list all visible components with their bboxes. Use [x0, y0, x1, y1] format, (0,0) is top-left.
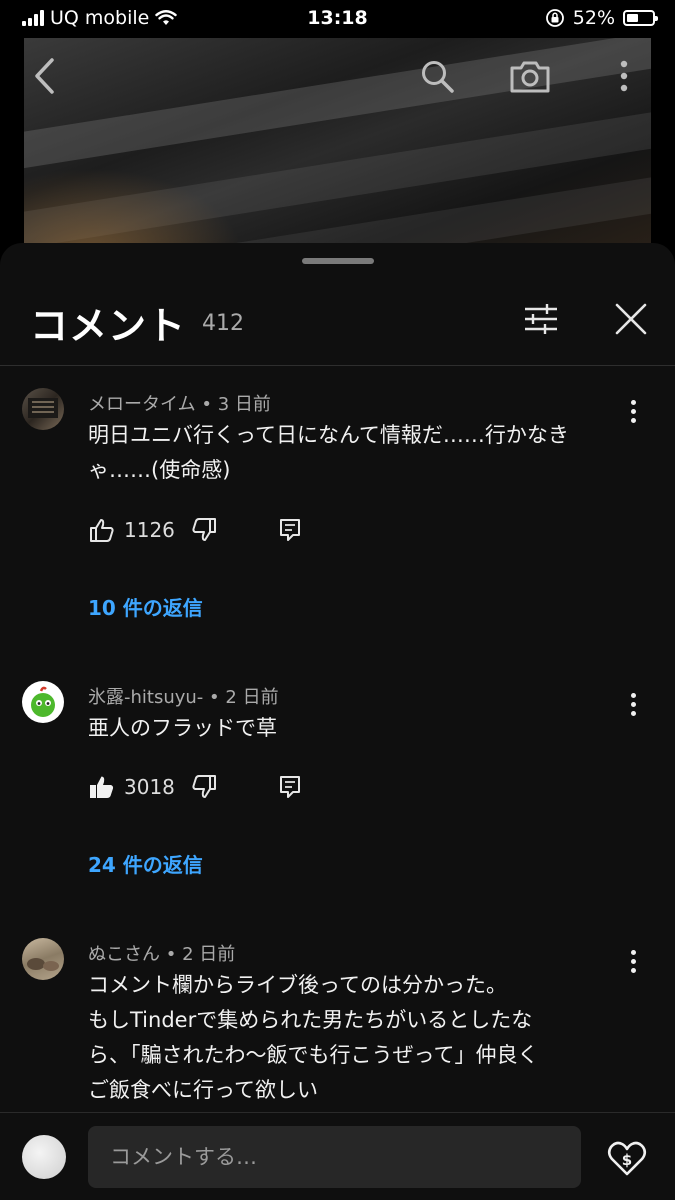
comment-meta: 氷露-hitsuyu- • 2 日前	[88, 687, 279, 708]
camera-button[interactable]	[506, 52, 554, 100]
my-avatar	[22, 1135, 66, 1179]
battery-icon	[623, 10, 658, 26]
more-button[interactable]	[600, 52, 648, 100]
comment-text: 亜人のフラッドで草	[88, 716, 277, 740]
camera-icon	[510, 61, 550, 93]
comment-author[interactable]: メロータイム	[88, 394, 196, 415]
like-button[interactable]	[88, 516, 116, 544]
thumbs-up-outline-icon	[90, 519, 114, 542]
avatar[interactable]	[22, 938, 64, 980]
search-icon	[422, 61, 454, 93]
comment-time: 3 日前	[217, 394, 271, 415]
battery-percent: 52%	[572, 7, 615, 29]
comments-panel: コメント 412 メロータイム • 3 日前 明日ユニバ行くって日になんて情報だ…	[0, 243, 675, 1200]
comment-text: 明日ユニバ行くって日になんて情報だ……行かなき ゃ……(使命感)	[88, 423, 569, 482]
comment-actions: 1126	[88, 513, 304, 547]
svg-text:$: $	[622, 1151, 632, 1169]
avatar[interactable]	[22, 681, 64, 723]
dislike-button[interactable]	[190, 516, 218, 544]
comment-meta: ぬこさん • 2 日前	[88, 944, 236, 965]
comment-input[interactable]	[88, 1126, 581, 1188]
reply-button[interactable]	[276, 516, 304, 544]
comment-meta: メロータイム • 3 日前	[88, 394, 271, 415]
like-count: 3018	[124, 775, 175, 799]
super-thanks-button[interactable]: $	[604, 1137, 650, 1179]
sort-filter-button[interactable]	[519, 297, 563, 341]
view-replies-button[interactable]: 10 件の返信	[88, 592, 203, 621]
search-button[interactable]	[413, 52, 461, 100]
comment-time: 2 日前	[182, 944, 236, 965]
heart-dollar-icon: $	[607, 1141, 647, 1176]
orientation-lock-icon	[545, 9, 564, 27]
video-player[interactable]	[24, 38, 651, 258]
comment-author[interactable]: 氷露-hitsuyu-	[88, 687, 203, 708]
thumbs-down-outline-icon	[192, 775, 216, 798]
comment-actions: 3018	[88, 770, 304, 804]
comment-text: コメント欄からライブ後ってのは分かった。 もしTinderで集められた男たちがい…	[88, 973, 539, 1102]
back-button[interactable]	[20, 52, 68, 100]
comment-time: 2 日前	[225, 687, 279, 708]
reply-button[interactable]	[276, 773, 304, 801]
thumbs-down-outline-icon	[192, 518, 216, 541]
panel-header: コメント 412	[30, 295, 655, 348]
comment-input-bar: $	[0, 1112, 675, 1200]
sliders-icon	[525, 304, 557, 334]
drag-handle[interactable]	[302, 258, 374, 264]
view-replies-button[interactable]: 24 件の返信	[88, 849, 203, 878]
status-right: 52%	[545, 7, 658, 29]
chevron-left-icon	[35, 58, 54, 94]
header-divider	[0, 365, 675, 366]
avatar[interactable]	[22, 388, 64, 430]
like-button[interactable]	[88, 773, 116, 801]
like-count: 1126	[124, 518, 175, 542]
close-icon	[615, 303, 647, 335]
more-vertical-icon	[620, 60, 628, 92]
close-button[interactable]	[609, 297, 653, 341]
comment-reply-icon	[280, 519, 300, 541]
comment-count: 412	[202, 311, 244, 336]
thumbs-up-filled-icon	[90, 776, 114, 798]
status-bar: UQ mobile 13:18 52%	[0, 0, 675, 38]
comment-author[interactable]: ぬこさん	[88, 944, 160, 965]
panel-title: コメント	[30, 304, 187, 348]
comment-reply-icon	[280, 776, 300, 798]
dislike-button[interactable]	[190, 773, 218, 801]
